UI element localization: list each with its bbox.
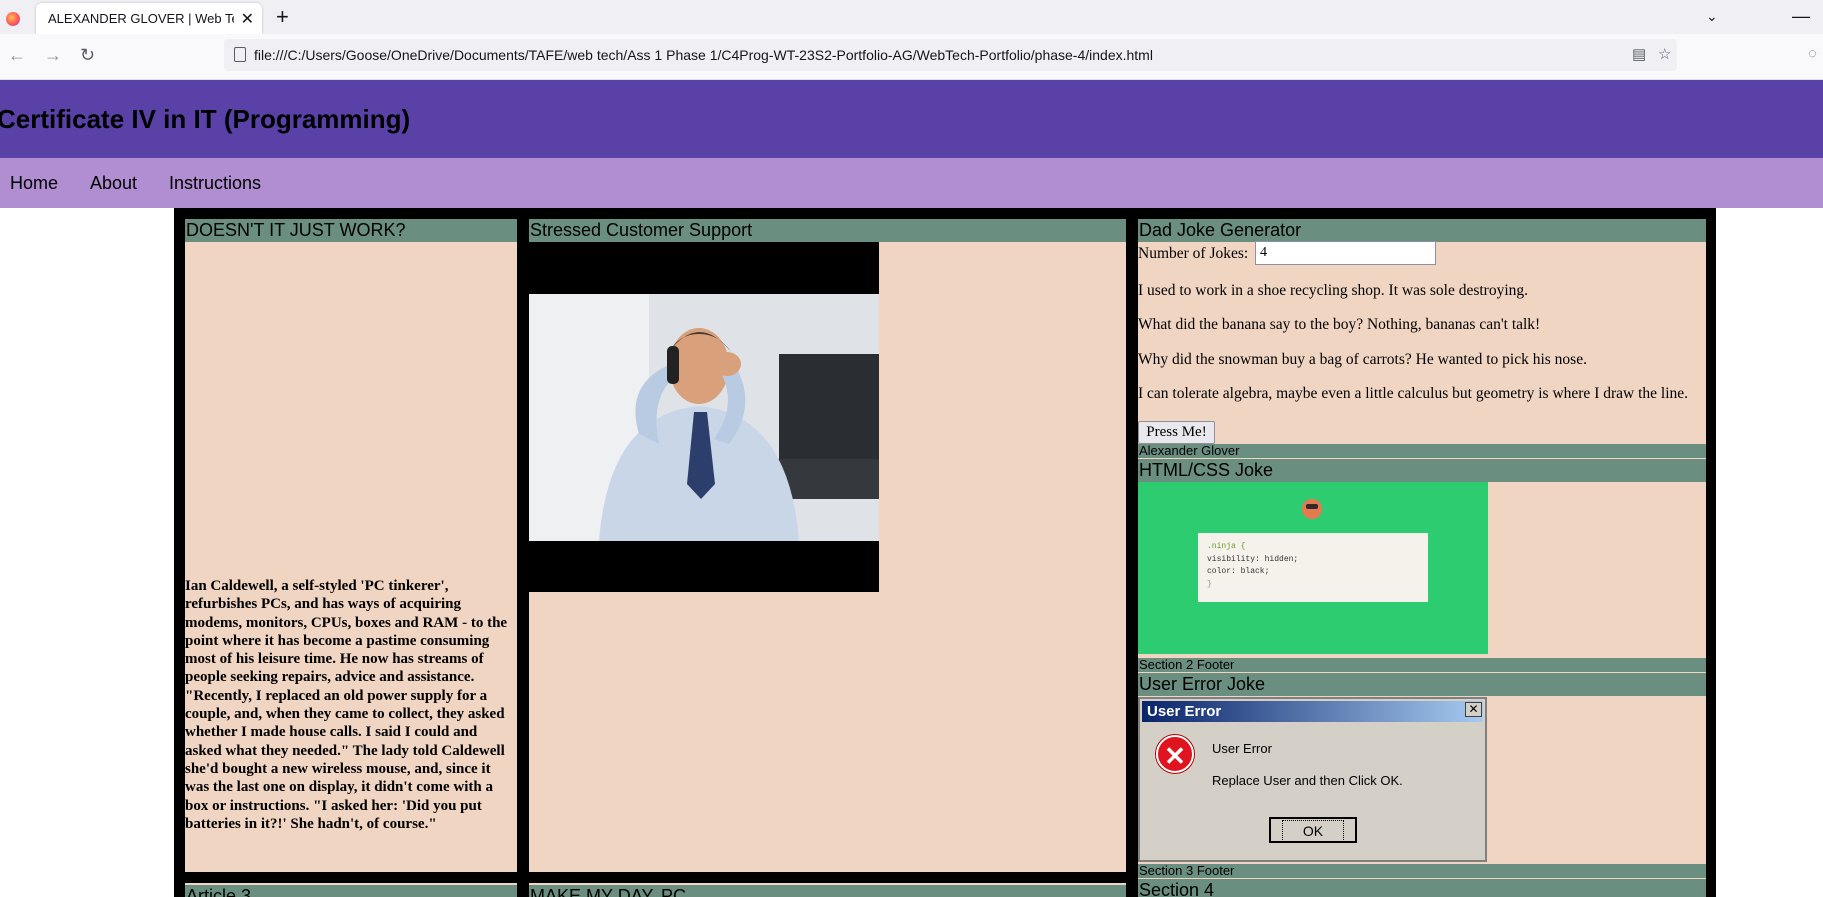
ninja-avatar-icon xyxy=(1302,499,1322,519)
article3-heading: Article 3 xyxy=(185,885,517,897)
section1-footer: Alexander Glover xyxy=(1138,444,1706,458)
user-error-heading: User Error Joke xyxy=(1138,673,1706,696)
support-heading: Stressed Customer Support xyxy=(529,219,1126,242)
jokes-count-input[interactable]: 4 xyxy=(1255,241,1436,265)
html-css-joke-image: .ninja { visibility: hidden; color: blac… xyxy=(1138,482,1488,654)
dialog-message: Replace User and then Click OK. xyxy=(1212,773,1403,788)
section3-footer: Section 3 Footer xyxy=(1138,864,1706,878)
code-line: .ninja { xyxy=(1207,542,1246,551)
content-layer: DOESN'T IT JUST WORK? Ian Caldewell, a s… xyxy=(0,0,1823,897)
make-my-day-heading: MAKE MY DAY, PC xyxy=(529,885,1126,897)
code-line: } xyxy=(1207,579,1212,589)
joke-line: I can tolerate algebra, maybe even a lit… xyxy=(1138,385,1689,402)
joke-line: I used to work in a shoe recycling shop.… xyxy=(1138,282,1529,299)
code-card: .ninja { visibility: hidden; color: blac… xyxy=(1198,533,1428,602)
jokes-count-label: Number of Jokes: xyxy=(1138,245,1249,262)
dialog-ok-label: OK xyxy=(1281,820,1345,842)
section2-footer: Section 2 Footer xyxy=(1138,658,1706,672)
dialog-message-title: User Error xyxy=(1212,741,1272,756)
stressed-man-image xyxy=(529,294,879,541)
user-error-dialog-image: User Error ✕ ✕ User Error Replace User a… xyxy=(1138,697,1487,862)
error-icon: ✕ xyxy=(1156,735,1194,773)
html-css-joke-heading: HTML/CSS Joke xyxy=(1138,459,1706,482)
press-me-button[interactable]: Press Me! xyxy=(1138,421,1215,444)
article-body: Ian Caldewell, a self-styled 'PC tinkere… xyxy=(185,578,508,832)
article-heading: DOESN'T IT JUST WORK? xyxy=(185,219,517,242)
joke-line: What did the banana say to the boy? Noth… xyxy=(1138,316,1541,333)
joke-line: Why did the snowman buy a bag of carrots… xyxy=(1138,351,1587,368)
dialog-title: User Error xyxy=(1142,701,1483,722)
code-line: color: black; xyxy=(1207,567,1270,576)
support-image-frame xyxy=(529,242,879,592)
section4-heading: Section 4 xyxy=(1138,879,1706,897)
dialog-ok-button: OK xyxy=(1269,817,1357,843)
dialog-close-icon: ✕ xyxy=(1465,702,1482,717)
make-my-day-column: MAKE MY DAY, PC xyxy=(529,883,1126,897)
article3-column: Article 3 xyxy=(185,883,517,897)
dad-joke-heading: Dad Joke Generator xyxy=(1138,219,1706,242)
code-line: visibility: hidden; xyxy=(1207,554,1299,564)
